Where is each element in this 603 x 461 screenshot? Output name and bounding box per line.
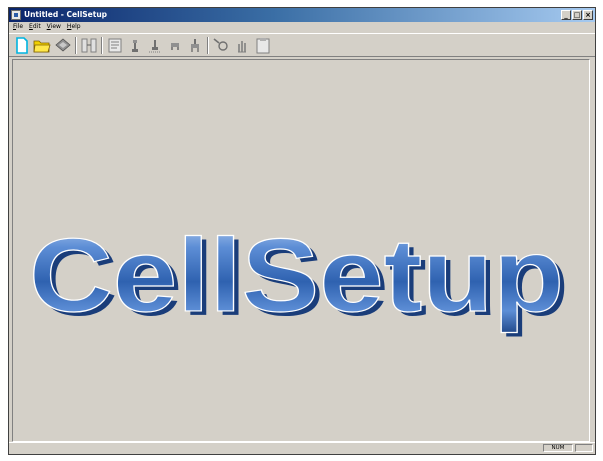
document-view[interactable]: CellSetup CellSetup xyxy=(12,59,590,442)
toolbar-separator xyxy=(101,37,103,54)
save-icon[interactable] xyxy=(54,37,72,54)
robot-jog-icon[interactable] xyxy=(146,37,164,54)
menu-view[interactable]: View xyxy=(47,22,61,32)
open-folder-icon[interactable] xyxy=(33,37,51,54)
splash-text: CellSetup xyxy=(29,218,564,334)
new-document-icon[interactable] xyxy=(13,37,31,54)
toolbar-separator xyxy=(75,37,77,54)
robot-arm-icon[interactable] xyxy=(126,37,144,54)
num-lock-indicator: NUM xyxy=(543,444,573,452)
menu-file[interactable]: File xyxy=(13,22,23,32)
menu-help[interactable]: Help xyxy=(67,22,81,32)
toolbar xyxy=(9,33,595,57)
window-title: Untitled - CellSetup xyxy=(24,10,108,19)
clipboard-icon[interactable] xyxy=(254,37,272,54)
zoom-icon[interactable] xyxy=(212,37,230,54)
app-window: Untitled - CellSetup _ □ × File Edit Vie… xyxy=(8,7,596,455)
title-bar[interactable]: Untitled - CellSetup _ □ × xyxy=(9,8,595,22)
toolbar-separator xyxy=(207,37,209,54)
tool-icon[interactable] xyxy=(186,37,204,54)
minimize-button[interactable]: _ xyxy=(561,10,571,20)
status-bar: NUM xyxy=(9,442,595,454)
status-pane-empty xyxy=(575,444,593,452)
cellsetup-splash-logo: CellSetup CellSetup xyxy=(28,217,569,338)
menu-edit[interactable]: Edit xyxy=(29,22,41,32)
maximize-button[interactable]: □ xyxy=(572,10,582,20)
close-button[interactable]: × xyxy=(583,10,593,20)
gripper-icon[interactable] xyxy=(166,37,184,54)
menu-bar: File Edit View Help xyxy=(9,22,595,32)
compare-icon[interactable] xyxy=(80,37,98,54)
list-icon[interactable] xyxy=(106,37,124,54)
app-icon[interactable] xyxy=(11,10,21,20)
hand-icon[interactable] xyxy=(233,37,251,54)
